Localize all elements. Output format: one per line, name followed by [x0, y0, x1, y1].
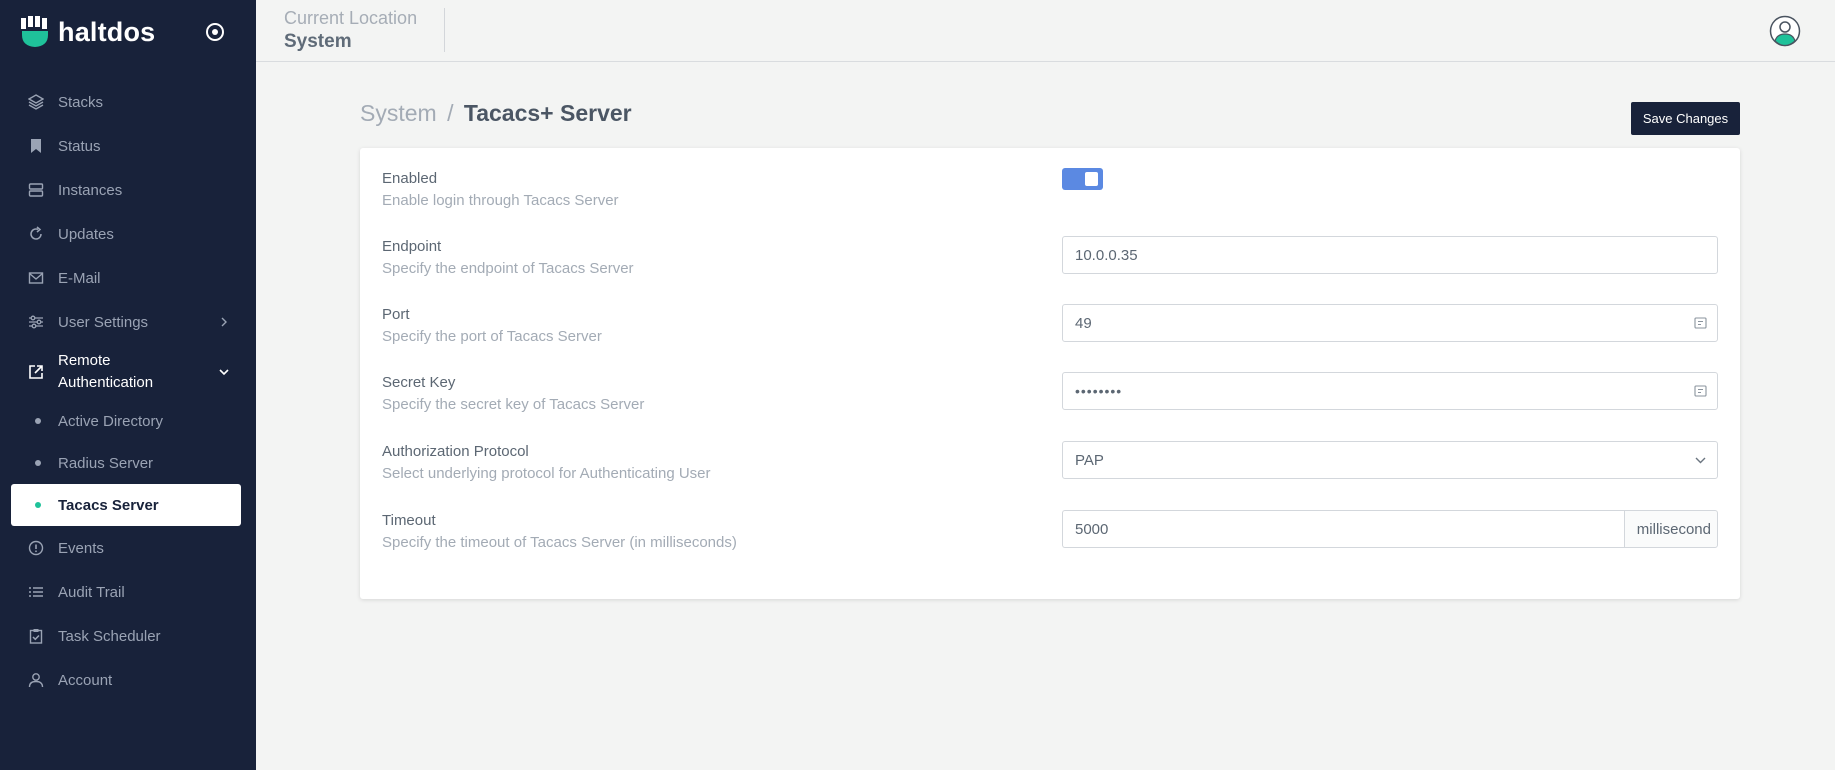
- bullet-icon: [35, 460, 41, 466]
- sidebar-item-status[interactable]: Status: [0, 124, 256, 168]
- timeout-value: 5000: [1075, 520, 1109, 538]
- chevron-right-icon: [221, 317, 227, 327]
- setting-description: Select underlying protocol for Authentic…: [382, 465, 711, 482]
- secret-key-input[interactable]: ••••••••: [1062, 372, 1718, 410]
- port-input[interactable]: 49: [1062, 304, 1718, 342]
- bullet-icon: [35, 502, 41, 508]
- sidebar-item-label: Status: [58, 137, 101, 155]
- sidebar-item-task-scheduler[interactable]: Task Scheduler: [0, 614, 256, 658]
- timeout-input[interactable]: 5000: [1062, 510, 1624, 548]
- sidebar-item-updates[interactable]: Updates: [0, 212, 256, 256]
- autofill-icon[interactable]: [1694, 385, 1707, 398]
- breadcrumb: System / Tacacs+ Server: [360, 100, 632, 127]
- list-icon: [27, 583, 45, 601]
- sidebar-item-email[interactable]: E-Mail: [0, 256, 256, 300]
- setting-title: Port: [382, 306, 410, 323]
- sidebar-item-stacks[interactable]: Stacks: [0, 80, 256, 124]
- sidebar-item-account[interactable]: Account: [0, 658, 256, 702]
- setting-description: Specify the endpoint of Tacacs Server: [382, 260, 634, 277]
- mail-icon: [27, 269, 45, 287]
- setting-authorization-protocol: Authorization Protocol Select underlying…: [382, 441, 1718, 499]
- chevron-down-icon: [1695, 457, 1706, 464]
- timeout-unit-addon: millisecond: [1623, 510, 1718, 548]
- autofill-icon[interactable]: [1694, 317, 1707, 330]
- sidebar-subitem-radius-server[interactable]: Radius Server: [0, 442, 256, 484]
- brand-name: haltdos: [58, 16, 156, 47]
- page-title: Tacacs+ Server: [463, 100, 632, 126]
- sidebar-item-label: Events: [58, 539, 104, 557]
- chevron-down-icon: [219, 369, 229, 376]
- sidebar-item-label: User Settings: [58, 313, 149, 331]
- sidebar-item-events[interactable]: Events: [0, 526, 256, 570]
- setting-port: Port Specify the port of Tacacs Server 4…: [382, 304, 1718, 362]
- setting-enabled: Enabled Enable login through Tacacs Serv…: [382, 168, 1718, 226]
- sidebar-item-label: Remote Authentication: [58, 352, 154, 391]
- setting-description: Enable login through Tacacs Server: [382, 192, 619, 209]
- port-value: 49: [1075, 314, 1092, 332]
- sidebar-item-label: E-Mail: [58, 269, 101, 287]
- setting-title: Enabled: [382, 170, 438, 187]
- enabled-toggle[interactable]: [1062, 168, 1103, 190]
- bullet-icon: [35, 418, 41, 424]
- breadcrumb-parent[interactable]: System: [360, 100, 437, 126]
- sidebar-subitem-label: Tacacs Server: [58, 496, 159, 514]
- setting-title: Authorization Protocol: [382, 443, 529, 460]
- sidebar-item-label: Audit Trail: [58, 583, 125, 601]
- protocol-value: PAP: [1075, 451, 1104, 469]
- breadcrumb-separator: /: [447, 100, 454, 126]
- sidebar-item-user-settings[interactable]: User Settings: [0, 300, 256, 344]
- external-link-icon: [27, 363, 45, 381]
- header-divider: [444, 8, 445, 52]
- setting-description: Specify the port of Tacacs Server: [382, 328, 602, 345]
- layers-icon: [27, 93, 45, 111]
- sidebar-item-label: Updates: [58, 225, 114, 243]
- alert-circle-icon: [27, 539, 45, 557]
- user-icon: [27, 671, 45, 689]
- user-avatar-icon[interactable]: [1769, 15, 1801, 47]
- sidebar-toggle-icon[interactable]: [204, 21, 226, 43]
- toggle-knob: [1085, 172, 1098, 186]
- timeout-input-group: 5000 millisecond: [1062, 510, 1718, 548]
- sidebar-item-label: Instances: [58, 181, 123, 199]
- current-location: Current Location System: [284, 8, 417, 53]
- sidebar-item-audit-trail[interactable]: Audit Trail: [0, 570, 256, 614]
- setting-endpoint: Endpoint Specify the endpoint of Tacacs …: [382, 236, 1718, 294]
- save-changes-button[interactable]: Save Changes: [1631, 102, 1740, 135]
- protocol-select[interactable]: PAP: [1062, 441, 1718, 479]
- brand[interactable]: haltdos: [20, 14, 155, 50]
- setting-title: Timeout: [382, 512, 436, 529]
- setting-secret-key: Secret Key Specify the secret key of Tac…: [382, 372, 1718, 430]
- secret-key-value: ••••••••: [1075, 383, 1123, 399]
- sidebar-item-label: Account: [58, 671, 113, 689]
- current-location-label: Current Location: [284, 8, 418, 28]
- sidebar-item-label: Stacks: [58, 93, 104, 111]
- setting-title: Endpoint: [382, 238, 442, 255]
- setting-description: Specify the timeout of Tacacs Server (in…: [382, 534, 737, 551]
- current-location-value: System: [284, 31, 352, 52]
- sidebar-subitem-tacacs-server[interactable]: Tacacs Server: [11, 484, 241, 526]
- clipboard-check-icon: [27, 627, 45, 645]
- bookmark-icon: [27, 137, 45, 155]
- top-header: Current Location System: [256, 0, 1835, 62]
- sliders-icon: [27, 313, 45, 331]
- endpoint-value: 10.0.0.35: [1075, 246, 1138, 264]
- tacacs-settings-card: Enabled Enable login through Tacacs Serv…: [360, 148, 1740, 599]
- refresh-icon: [27, 225, 45, 243]
- sidebar-item-label: Task Scheduler: [58, 627, 161, 645]
- sidebar-subitem-active-directory[interactable]: Active Directory: [0, 400, 256, 442]
- setting-timeout: Timeout Specify the timeout of Tacacs Se…: [382, 510, 1718, 568]
- setting-title: Secret Key: [382, 374, 456, 391]
- setting-description: Specify the secret key of Tacacs Server: [382, 396, 645, 413]
- server-icon: [27, 181, 45, 199]
- haltdos-logo-icon: [21, 16, 48, 47]
- sidebar-subitem-label: Active Directory: [58, 412, 164, 430]
- sidebar-subitem-label: Radius Server: [58, 454, 154, 472]
- sidebar-item-instances[interactable]: Instances: [0, 168, 256, 212]
- sidebar-item-remote-authentication[interactable]: Remote Authentication: [0, 344, 256, 400]
- endpoint-input[interactable]: 10.0.0.35: [1062, 236, 1718, 274]
- sidebar: haltdos Stacks Status Instances Updates …: [0, 0, 256, 770]
- sidebar-nav: Stacks Status Instances Updates E-Mail U…: [0, 80, 256, 702]
